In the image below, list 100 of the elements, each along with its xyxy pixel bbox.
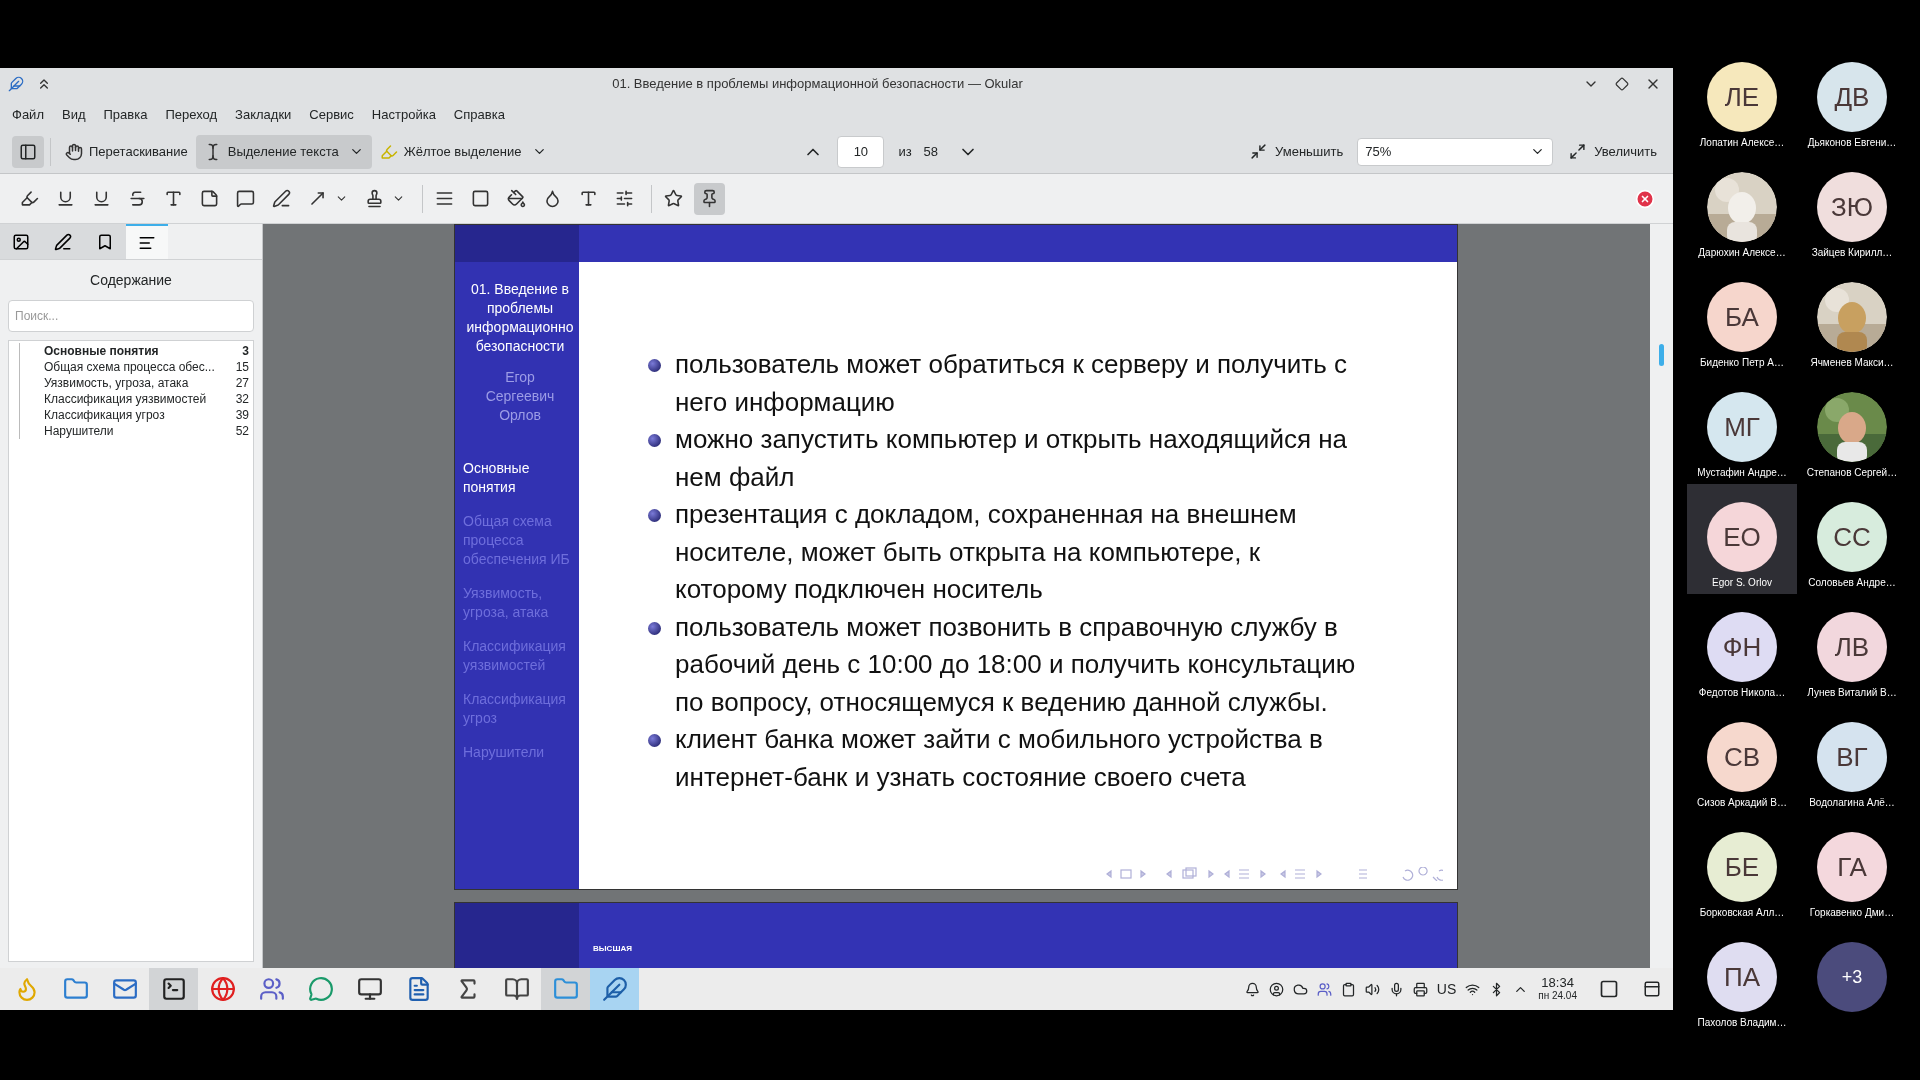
participant-name: Степанов Сергей… xyxy=(1806,467,1898,479)
microphone-icon[interactable] xyxy=(1388,981,1404,997)
tool-button[interactable]: Выделение текста xyxy=(195,134,372,169)
paint-bucket-icon xyxy=(507,189,526,208)
menu-item[interactable]: Настройка xyxy=(362,105,445,125)
participant-tile[interactable]: БА Биденко Петр А… xyxy=(1687,264,1797,374)
clock[interactable]: 18:34 пн 24.04 xyxy=(1538,976,1577,1002)
participant-tile[interactable]: ДВ Дьяконов Евгени… xyxy=(1797,44,1907,154)
cloud-icon[interactable] xyxy=(1292,981,1308,997)
avatar: ГА xyxy=(1817,832,1887,902)
pen-icon xyxy=(54,232,72,251)
participant-name: Мустафин Андре… xyxy=(1697,467,1787,479)
people-icon[interactable] xyxy=(1316,981,1332,997)
zoom-out-button[interactable]: Уменьшить xyxy=(1246,135,1348,168)
participant-name: Ячменев Макси… xyxy=(1810,357,1894,369)
author-name: Егор Сергеевич Орлов xyxy=(484,368,556,425)
participant-tile[interactable]: ЛВ Лунев Виталий В… xyxy=(1797,594,1907,704)
participant-tile[interactable]: ГА Горкавенко Дми… xyxy=(1797,814,1907,924)
menu-item[interactable]: Переход xyxy=(156,105,227,125)
menu-item[interactable]: Справка xyxy=(444,105,514,125)
printer-icon[interactable] xyxy=(1412,981,1428,997)
sidebar-tab[interactable] xyxy=(84,224,126,259)
participant-tile[interactable]: ВГ Водолагина Алё… xyxy=(1797,704,1907,814)
underline-icon xyxy=(56,189,75,208)
scrollbar-thumb[interactable] xyxy=(1659,344,1664,366)
menu-item[interactable]: Закладки xyxy=(226,105,301,125)
text-icon xyxy=(164,189,183,208)
clipboard-icon[interactable] xyxy=(1340,981,1356,997)
page-count: 58 xyxy=(923,142,939,161)
participant-tile[interactable]: МГ Мустафин Андре… xyxy=(1687,374,1797,484)
avatar: СВ xyxy=(1707,722,1777,792)
volume-icon[interactable] xyxy=(1364,981,1380,997)
window-list-icon[interactable] xyxy=(1643,980,1661,998)
participant-tile[interactable]: Дарюхин Алексе… xyxy=(1687,154,1797,264)
participant-tile[interactable]: БЕ Борковская Алл… xyxy=(1687,814,1797,924)
participant-tile[interactable]: СВ Сизов Аркадий В… xyxy=(1687,704,1797,814)
zoom-out-icon xyxy=(1250,143,1268,160)
arrow-icon xyxy=(308,189,327,208)
participant-name: Пахолов Владим… xyxy=(1697,1017,1787,1029)
folder-icon xyxy=(62,976,89,1002)
avatar: ДВ xyxy=(1817,62,1887,132)
avatar: ЛВ xyxy=(1817,612,1887,682)
participant-tile-highlighted[interactable]: ЕО Egor S. Orlov xyxy=(1687,484,1797,594)
notification-icon[interactable] xyxy=(1244,981,1260,997)
tool-button[interactable]: Жёлтое выделение xyxy=(371,134,555,169)
contents-item[interactable]: Нарушители 52 xyxy=(19,423,249,439)
avatar: БА xyxy=(1707,282,1777,352)
participant-tile[interactable]: Степанов Сергей… xyxy=(1797,374,1907,484)
square-icon xyxy=(471,189,490,208)
menu-item[interactable]: Сервис xyxy=(300,105,363,125)
wifi-icon[interactable] xyxy=(1465,981,1481,997)
sidebar-toggle-button[interactable] xyxy=(12,135,44,168)
avatar: ФН xyxy=(1707,612,1777,682)
avatar: ВГ xyxy=(1817,722,1887,792)
contents-item[interactable]: Уязвимость, угроза, атака 27 xyxy=(19,375,249,391)
pen-icon xyxy=(272,189,291,208)
sliders-icon xyxy=(615,189,634,208)
show-desktop-icon[interactable] xyxy=(1599,979,1619,999)
menu-item[interactable]: Файл xyxy=(3,105,53,125)
participant-tile[interactable]: ПА Пахолов Владим… xyxy=(1687,924,1797,1034)
participant-tile[interactable]: ФН Федотов Никола… xyxy=(1687,594,1797,704)
app-icon xyxy=(8,76,24,92)
mail-icon xyxy=(111,976,138,1002)
bullet-text: клиент банка может зайти с мобильного устройства в интернет-банк и узнать состояние своего счета xyxy=(675,723,1324,794)
contents-item[interactable]: Классификация угроз 39 xyxy=(19,407,249,423)
page-number-field[interactable]: 10 xyxy=(837,135,885,168)
participant-tile[interactable]: ЗЮ Зайцев Кирилл… xyxy=(1797,154,1907,264)
underline-icon xyxy=(92,189,111,208)
participant-tile[interactable]: ЛЕ Лопатин Алексе… xyxy=(1687,44,1797,154)
annotation-tool-button[interactable] xyxy=(694,182,725,215)
contents-item[interactable]: Основные понятия 3 xyxy=(19,343,249,359)
search-field[interactable]: Поиск... xyxy=(8,300,254,332)
bullet-icon xyxy=(648,434,661,447)
participant-tile[interactable]: Ячменев Макси… xyxy=(1797,264,1907,374)
sidebar-tab[interactable] xyxy=(126,224,168,259)
menu-item[interactable]: Вид xyxy=(52,105,95,125)
participant-name: Лунев Виталий В… xyxy=(1807,687,1897,699)
maximize-icon[interactable] xyxy=(1615,77,1629,91)
tool-button[interactable]: Перетаскивание xyxy=(57,134,196,169)
contents-item[interactable]: Классификация уязвимостей 32 xyxy=(19,391,249,407)
bullet-icon xyxy=(648,734,661,747)
zoom-in-button[interactable]: Увеличить xyxy=(1565,135,1661,168)
contents-item[interactable]: Общая схема процесса обес... 15 xyxy=(19,359,249,375)
section-link[interactable]: Основные понятия xyxy=(463,459,577,497)
taskbar-app[interactable] xyxy=(149,968,198,1010)
panel-title: Содержание xyxy=(90,270,172,290)
participant-name: Зайцев Кирилл… xyxy=(1811,247,1893,259)
avatar: БЕ xyxy=(1707,832,1777,902)
zoom-select[interactable]: 75% xyxy=(1357,137,1554,166)
participant-tile[interactable]: СС Соловьев Андре… xyxy=(1797,484,1907,594)
feather-icon xyxy=(601,976,628,1002)
close-icon[interactable] xyxy=(1635,188,1655,209)
participant-name: Сизов Аркадий В… xyxy=(1697,797,1787,809)
pin-icon xyxy=(700,189,719,208)
user-icon[interactable] xyxy=(1268,981,1284,997)
participant-tile[interactable]: +3 xyxy=(1797,924,1907,1034)
more-participants-badge[interactable]: +3 xyxy=(1817,942,1887,1012)
sidebar-tab[interactable] xyxy=(0,224,42,259)
menu-item[interactable]: Правка xyxy=(94,105,157,125)
keyboard-layout[interactable]: US xyxy=(1436,978,1457,1000)
